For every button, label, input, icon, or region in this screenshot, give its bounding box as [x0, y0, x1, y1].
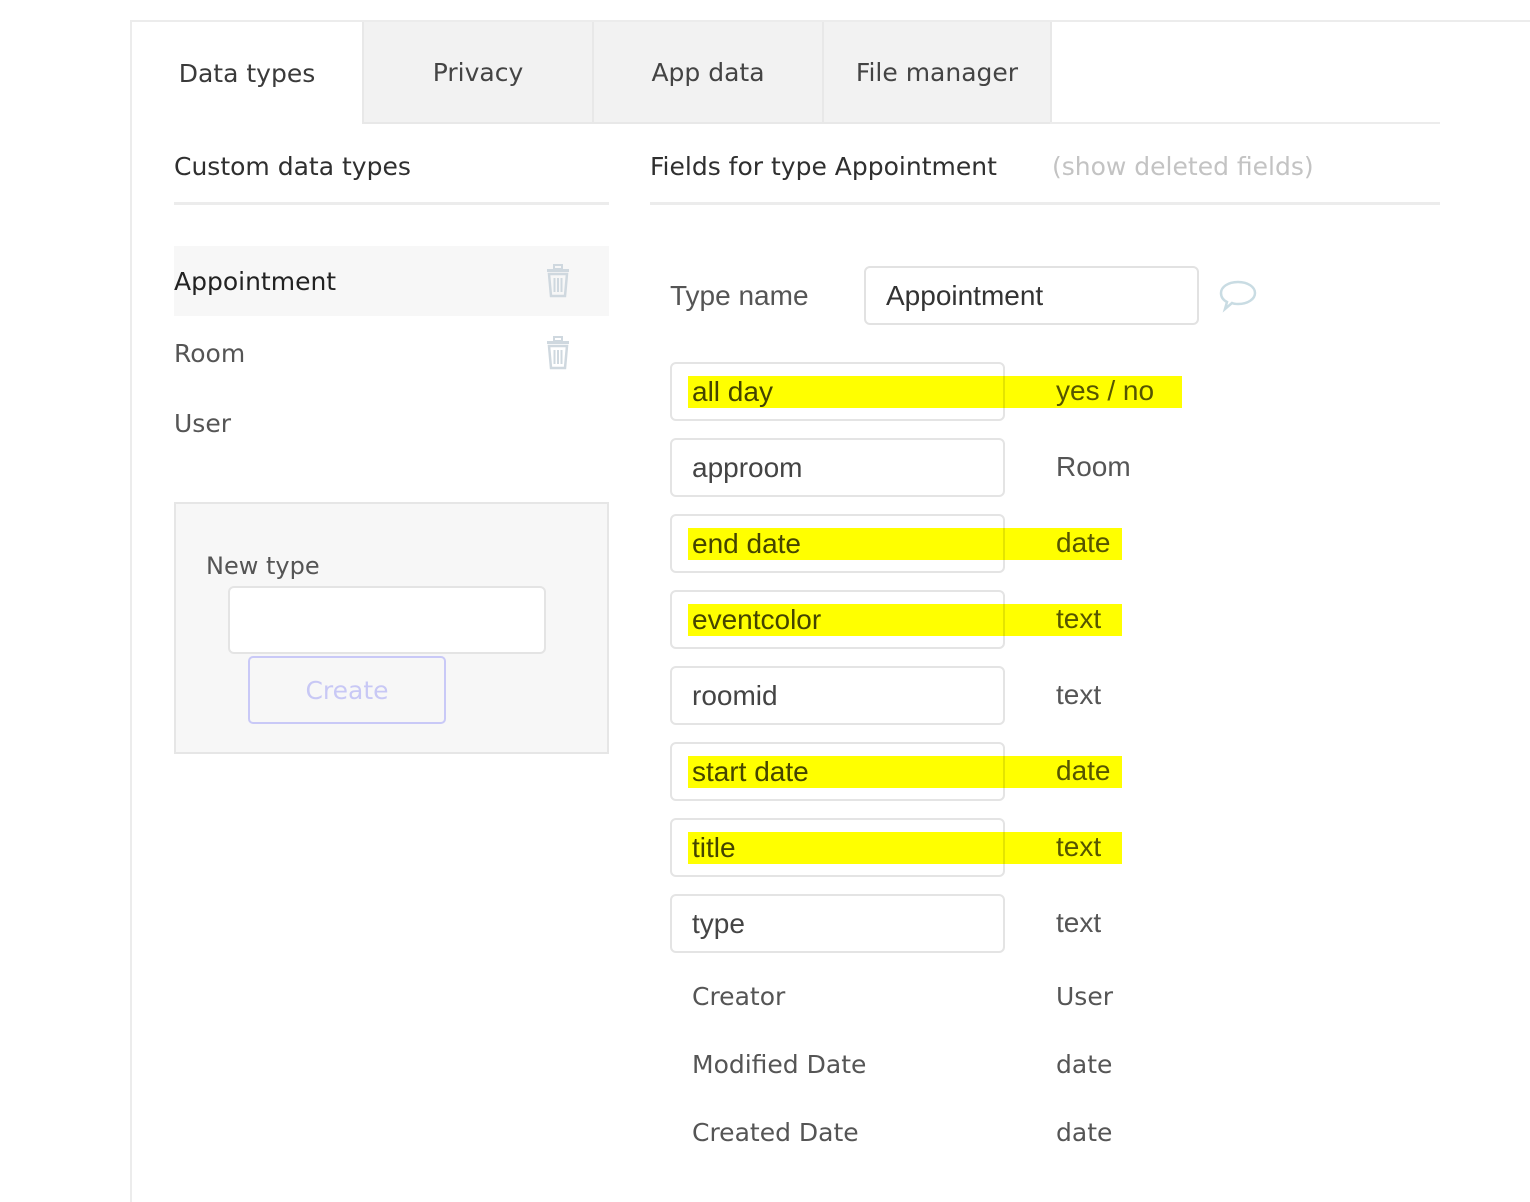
trash-icon[interactable] [543, 264, 573, 298]
field-type-label[interactable]: text [1056, 603, 1101, 635]
field-type-label[interactable]: date [1056, 527, 1111, 559]
type-item-label: User [174, 408, 231, 438]
custom-data-types-title: Custom data types [174, 152, 411, 181]
data-panel: Data types Privacy App data File manager… [130, 20, 1530, 1202]
field-row: text [670, 590, 1370, 650]
field-type-label[interactable]: text [1056, 679, 1101, 711]
field-row: text [670, 818, 1370, 878]
type-item-label: Appointment [174, 266, 337, 296]
new-type-input[interactable] [228, 586, 546, 654]
field-row: text [670, 894, 1370, 954]
builtin-field-name: Creator [692, 982, 786, 1011]
tab-label: File manager [855, 57, 1019, 87]
field-name-input[interactable] [670, 894, 1005, 953]
right-divider [650, 202, 1440, 205]
tab-label: Privacy [432, 57, 524, 87]
tab-data-types[interactable]: Data types [132, 22, 362, 124]
comment-icon[interactable] [1218, 278, 1258, 314]
field-name-input[interactable] [670, 590, 1005, 649]
type-item-appointment[interactable]: Appointment [174, 246, 609, 316]
tab-privacy[interactable]: Privacy [362, 22, 592, 124]
create-button[interactable]: Create [248, 656, 446, 724]
type-item-room[interactable]: Room [174, 318, 609, 388]
fields-title: Fields for type Appointment [650, 152, 997, 181]
field-row: date [670, 742, 1370, 802]
new-type-label: New type [206, 552, 320, 580]
builtin-field-name: Created Date [692, 1118, 859, 1147]
field-name-input[interactable] [670, 362, 1005, 421]
type-item-label: Room [174, 338, 246, 368]
field-row: date [670, 514, 1370, 574]
field-row: text [670, 666, 1370, 726]
field-row: yes / no [670, 362, 1370, 422]
tab-label: Data types [178, 58, 316, 88]
type-name-label: Type name [670, 280, 809, 311]
field-name-input[interactable] [670, 818, 1005, 877]
builtin-field-type: date [1056, 1050, 1113, 1079]
tab-file-manager[interactable]: File manager [822, 22, 1052, 124]
builtin-field-row: Modified Date date [692, 1050, 1292, 1090]
builtin-field-type: User [1056, 982, 1113, 1011]
field-type-label[interactable]: date [1056, 755, 1111, 787]
field-type-label[interactable]: yes / no [1056, 375, 1154, 407]
field-name-input[interactable] [670, 438, 1005, 497]
tab-app-data[interactable]: App data [592, 22, 822, 124]
field-name-input[interactable] [670, 666, 1005, 725]
type-item-user[interactable]: User [174, 388, 609, 458]
tab-label: App data [651, 57, 765, 87]
trash-icon[interactable] [543, 336, 573, 370]
show-deleted-fields-link[interactable]: (show deleted fields) [1052, 152, 1314, 181]
field-name-input[interactable] [670, 742, 1005, 801]
builtin-field-type: date [1056, 1118, 1113, 1147]
field-type-label[interactable]: text [1056, 907, 1101, 939]
field-type-label[interactable]: text [1056, 831, 1101, 863]
builtin-field-row: Created Date date [692, 1118, 1292, 1158]
field-type-label[interactable]: Room [1056, 451, 1131, 483]
type-name-input[interactable] [864, 266, 1199, 325]
field-row: Room [670, 438, 1370, 498]
field-name-input[interactable] [670, 514, 1005, 573]
tab-bar-divider [1050, 122, 1440, 124]
new-type-box: New type Create [174, 502, 609, 754]
builtin-field-name: Modified Date [692, 1050, 867, 1079]
left-divider [174, 202, 609, 205]
builtin-field-row: Creator User [692, 982, 1292, 1022]
